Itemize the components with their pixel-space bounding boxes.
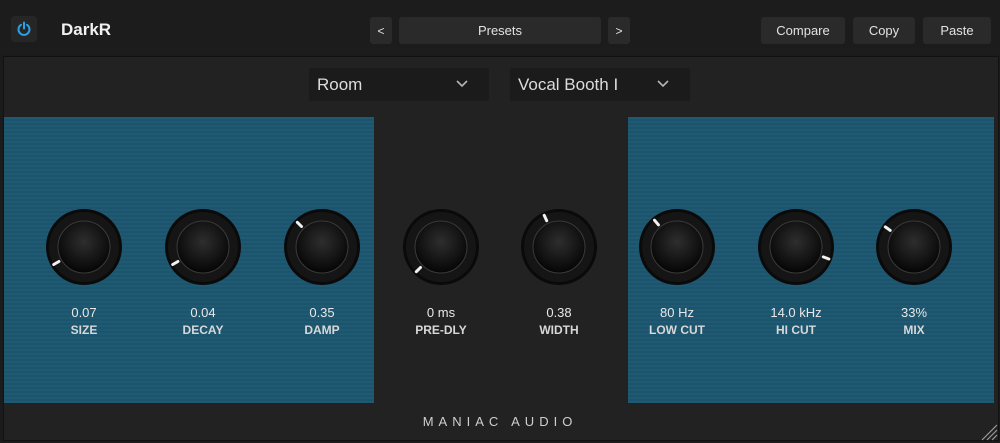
paste-button[interactable]: Paste (923, 17, 991, 44)
preset-value: Vocal Booth I (518, 74, 619, 94)
lowcut-label: LOW CUT (649, 323, 705, 337)
previous-preset-button[interactable]: < (370, 17, 392, 44)
algorithm-value: Room (317, 74, 363, 94)
algorithm-dropdown[interactable]: Room (309, 68, 489, 101)
decay-label: DECAY (182, 323, 224, 337)
size-label: SIZE (70, 323, 98, 337)
chevron-down-icon (456, 80, 468, 88)
width-label: WIDTH (539, 323, 579, 337)
size-value: 0.07 (71, 305, 97, 320)
hicut-label: HI CUT (776, 323, 816, 337)
lowcut-value: 80 Hz (660, 305, 694, 320)
width-knob[interactable] (520, 208, 598, 286)
resize-grip-icon[interactable] (978, 421, 998, 441)
brand-footer: MANIAC AUDIO (422, 414, 578, 429)
damp-knob[interactable] (283, 208, 361, 286)
presets-button[interactable]: Presets (399, 17, 601, 44)
width-value: 0.38 (546, 305, 572, 320)
host-toolbar: DarkR < Presets > Compare Copy Paste (0, 0, 1000, 54)
power-icon (17, 21, 31, 36)
mix-value: 33% (900, 305, 928, 320)
hicut-knob[interactable] (757, 208, 835, 286)
plugin-name: DarkR (61, 20, 112, 39)
next-preset-button[interactable]: > (608, 17, 630, 44)
decay-knob[interactable] (164, 208, 242, 286)
preset-dropdown[interactable]: Vocal Booth I (510, 68, 690, 101)
damp-value: 0.35 (309, 305, 335, 320)
power-button[interactable] (11, 16, 37, 42)
predly-value: 0 ms (426, 305, 456, 320)
compare-button[interactable]: Compare (761, 17, 845, 44)
mix-label: MIX (903, 323, 925, 337)
copy-button[interactable]: Copy (853, 17, 915, 44)
size-knob[interactable] (45, 208, 123, 286)
lowcut-knob[interactable] (638, 208, 716, 286)
predly-knob[interactable] (402, 208, 480, 286)
chevron-down-icon (657, 80, 669, 88)
predly-label: PRE-DLY (415, 323, 467, 337)
damp-label: DAMP (304, 323, 340, 337)
decay-value: 0.04 (190, 305, 216, 320)
mix-knob[interactable] (875, 208, 953, 286)
hicut-value: 14.0 kHz (770, 305, 822, 320)
